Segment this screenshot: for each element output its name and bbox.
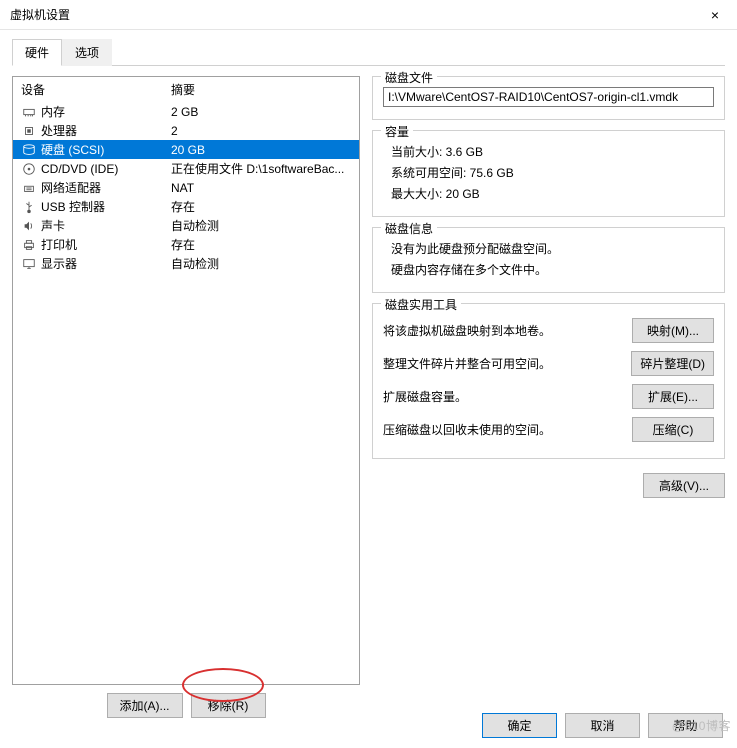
memory-icon xyxy=(21,104,37,120)
dialog-buttons: 确定 取消 帮助 xyxy=(482,713,723,738)
util-compact-label: 压缩磁盘以回收未使用的空间。 xyxy=(383,421,624,438)
util-defrag-row: 整理文件碎片并整合可用空间。 碎片整理(D) xyxy=(383,347,714,380)
advanced-button[interactable]: 高级(V)... xyxy=(643,473,725,498)
advanced-row: 高级(V)... xyxy=(372,469,725,498)
device-row-display[interactable]: 显示器自动检测 xyxy=(13,254,359,273)
tab-body: 设备 摘要 内存2 GB处理器2硬盘 (SCSI)20 GBCD/DVD (ID… xyxy=(12,66,725,718)
util-compact-row: 压缩磁盘以回收未使用的空间。 压缩(C) xyxy=(383,413,714,446)
device-row-memory[interactable]: 内存2 GB xyxy=(13,102,359,121)
diskinfo-legend: 磁盘信息 xyxy=(381,220,437,237)
device-summary: 正在使用文件 D:\1softwareBac... xyxy=(171,160,351,177)
tab-hardware[interactable]: 硬件 xyxy=(12,39,62,66)
ok-button[interactable]: 确定 xyxy=(482,713,557,738)
capacity-current: 当前大小: 3.6 GB xyxy=(383,141,714,162)
list-header: 设备 摘要 xyxy=(13,77,359,102)
expand-button[interactable]: 扩展(E)... xyxy=(632,384,714,409)
util-map-row: 将该虚拟机磁盘映射到本地卷。 映射(M)... xyxy=(383,314,714,347)
diskinfo-line2: 硬盘内容存储在多个文件中。 xyxy=(383,259,714,280)
util-expand-row: 扩展磁盘容量。 扩展(E)... xyxy=(383,380,714,413)
capacity-max: 最大大小: 20 GB xyxy=(383,183,714,204)
device-name: 打印机 xyxy=(41,236,171,253)
map-button[interactable]: 映射(M)... xyxy=(632,318,714,343)
sound-icon xyxy=(21,218,37,234)
util-expand-label: 扩展磁盘容量。 xyxy=(383,388,624,405)
device-summary: 自动检测 xyxy=(171,217,351,234)
device-name: 网络适配器 xyxy=(41,179,171,196)
device-row-sound[interactable]: 声卡自动检测 xyxy=(13,216,359,235)
device-summary: 20 GB xyxy=(171,143,351,157)
device-row-disk[interactable]: 硬盘 (SCSI)20 GB xyxy=(13,140,359,159)
tab-options[interactable]: 选项 xyxy=(62,39,112,66)
close-icon[interactable]: × xyxy=(703,5,727,25)
device-name: 内存 xyxy=(41,103,171,120)
capacity-legend: 容量 xyxy=(381,123,413,140)
device-row-printer[interactable]: 打印机存在 xyxy=(13,235,359,254)
add-button[interactable]: 添加(A)... xyxy=(107,693,183,718)
diskfile-group: 磁盘文件 xyxy=(372,76,725,120)
diskinfo-group: 磁盘信息 没有为此硬盘预分配磁盘空间。 硬盘内容存储在多个文件中。 xyxy=(372,227,725,293)
disk-icon xyxy=(21,142,37,158)
left-panel: 设备 摘要 内存2 GB处理器2硬盘 (SCSI)20 GBCD/DVD (ID… xyxy=(12,76,360,718)
device-row-cpu[interactable]: 处理器2 xyxy=(13,121,359,140)
usb-icon xyxy=(21,199,37,215)
utilities-legend: 磁盘实用工具 xyxy=(381,296,461,313)
device-summary: 2 GB xyxy=(171,105,351,119)
device-row-cd[interactable]: CD/DVD (IDE)正在使用文件 D:\1softwareBac... xyxy=(13,159,359,178)
header-device: 设备 xyxy=(21,81,171,98)
defrag-button[interactable]: 碎片整理(D) xyxy=(631,351,714,376)
device-name: CD/DVD (IDE) xyxy=(41,162,171,176)
right-panel: 磁盘文件 容量 当前大小: 3.6 GB 系统可用空间: 75.6 GB 最大大… xyxy=(372,76,725,718)
diskfile-input[interactable] xyxy=(383,87,714,107)
device-summary: NAT xyxy=(171,181,351,195)
diskfile-legend: 磁盘文件 xyxy=(381,69,437,86)
device-row-usb[interactable]: USB 控制器存在 xyxy=(13,197,359,216)
remove-button[interactable]: 移除(R) xyxy=(191,693,266,718)
compact-button[interactable]: 压缩(C) xyxy=(632,417,714,442)
device-summary: 存在 xyxy=(171,198,351,215)
device-name: 处理器 xyxy=(41,122,171,139)
util-map-label: 将该虚拟机磁盘映射到本地卷。 xyxy=(383,322,624,339)
device-summary: 自动检测 xyxy=(171,255,351,272)
cancel-button[interactable]: 取消 xyxy=(565,713,640,738)
content-area: 硬件 选项 设备 摘要 内存2 GB处理器2硬盘 (SCSI)20 GBCD/D… xyxy=(0,30,737,726)
left-buttons: 添加(A)... 移除(R) xyxy=(12,685,360,718)
capacity-free: 系统可用空间: 75.6 GB xyxy=(383,162,714,183)
device-summary: 2 xyxy=(171,124,351,138)
device-name: 声卡 xyxy=(41,217,171,234)
cpu-icon xyxy=(21,123,37,139)
titlebar: 虚拟机设置 × xyxy=(0,0,737,30)
net-icon xyxy=(21,180,37,196)
util-defrag-label: 整理文件碎片并整合可用空间。 xyxy=(383,355,623,372)
help-button[interactable]: 帮助 xyxy=(648,713,723,738)
device-name: USB 控制器 xyxy=(41,198,171,215)
printer-icon xyxy=(21,237,37,253)
diskinfo-line1: 没有为此硬盘预分配磁盘空间。 xyxy=(383,238,714,259)
device-list: 设备 摘要 内存2 GB处理器2硬盘 (SCSI)20 GBCD/DVD (ID… xyxy=(12,76,360,685)
device-name: 硬盘 (SCSI) xyxy=(41,141,171,158)
window-title: 虚拟机设置 xyxy=(10,6,70,23)
cd-icon xyxy=(21,161,37,177)
header-summary: 摘要 xyxy=(171,81,351,98)
capacity-group: 容量 当前大小: 3.6 GB 系统可用空间: 75.6 GB 最大大小: 20… xyxy=(372,130,725,217)
utilities-group: 磁盘实用工具 将该虚拟机磁盘映射到本地卷。 映射(M)... 整理文件碎片并整合… xyxy=(372,303,725,459)
device-summary: 存在 xyxy=(171,236,351,253)
device-row-net[interactable]: 网络适配器NAT xyxy=(13,178,359,197)
tab-bar: 硬件 选项 xyxy=(12,38,725,66)
display-icon xyxy=(21,256,37,272)
device-name: 显示器 xyxy=(41,255,171,272)
